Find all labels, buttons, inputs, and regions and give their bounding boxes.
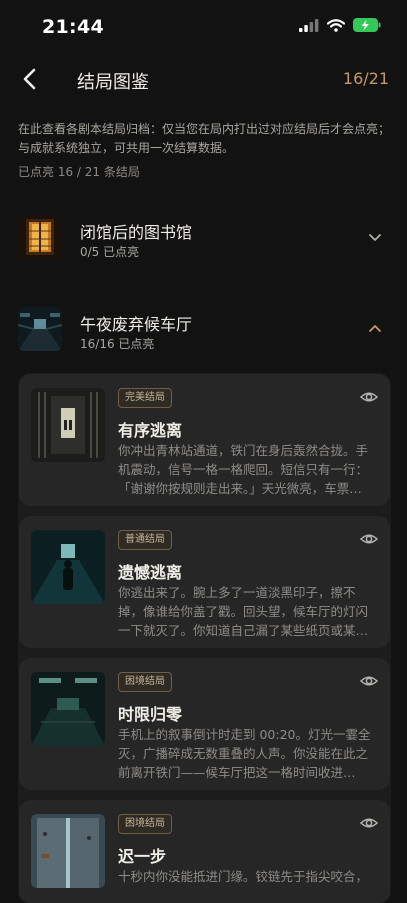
lit-count: 已点亮 16 / 21 条结局 (18, 165, 140, 179)
script-row-library[interactable]: 闭馆后的图书馆 0/5 已点亮 (18, 215, 391, 263)
ending-image (31, 672, 105, 746)
signal-icon (299, 18, 319, 32)
ending-count: 16/21 (342, 69, 389, 88)
ending-title: 有序逃离 (118, 421, 183, 440)
ending-card[interactable]: 普通结局 遗憾逃离 你逃出来了。腕上多了一道淡黑印子，擦不掉，像谁给你盖了戳。回… (19, 516, 390, 648)
battery-charging-icon (353, 18, 381, 32)
ending-badge: 普通结局 (118, 530, 172, 550)
chevron-down-icon[interactable] (367, 229, 383, 245)
ending-card[interactable]: 完美结局 有序逃离 你冲出青林站通道，铁门在身后轰然合拢。手机震动，信号一格一格… (19, 374, 390, 506)
intro-description: 在此查看各剧本结局归档：仅当您在局内打出过对应结局后才会点亮；与成就系统独立，可… (18, 122, 391, 155)
ending-image (31, 388, 105, 462)
eye-icon[interactable] (360, 814, 378, 832)
status-bar: 21:44 (0, 0, 407, 56)
eye-icon[interactable] (360, 530, 378, 548)
status-icons (299, 18, 381, 32)
ending-title: 遗憾逃离 (118, 563, 183, 582)
script-progress: 0/5 已点亮 (80, 245, 140, 259)
ending-card[interactable]: 困境结局 迟一步 十秒内你没能抵进门缘。铰链先于指尖咬合， (19, 800, 390, 903)
script-name: 午夜废弃候车厅 (80, 315, 193, 334)
ending-text: 十秒内你没能抵进门缘。铰链先于指尖咬合， (118, 869, 369, 884)
ending-card[interactable]: 困境结局 时限归零 手机上的叙事倒计时走到 00:20。灯光一霎全灭，广播碎成无… (19, 658, 390, 790)
script-progress: 16/16 已点亮 (80, 337, 155, 351)
ending-text: 手机上的叙事倒计时走到 00:20。灯光一霎全灭，广播碎成无数重叠的人声。你没能… (118, 727, 371, 780)
script-thumbnail (18, 215, 62, 259)
eye-icon[interactable] (360, 388, 378, 406)
wifi-icon (327, 18, 345, 32)
chevron-up-icon[interactable] (367, 321, 383, 337)
script-row-station[interactable]: 午夜废弃候车厅 16/16 已点亮 (18, 307, 391, 355)
nav-header: 结局图鉴 16/21 (0, 56, 407, 102)
script-thumbnail (18, 307, 62, 351)
ending-text: 你冲出青林站通道，铁门在身后轰然合拢。手机震动，信号一格一格爬回。短信只有一行：… (118, 443, 369, 496)
ending-text: 你逃出来了。腕上多了一道淡黑印子，擦不掉，像谁给你盖了戳。回头望，候车厅的灯闪一… (118, 585, 369, 638)
ending-badge: 困境结局 (118, 672, 172, 692)
endings-list: 完美结局 有序逃离 你冲出青林站通道，铁门在身后轰然合拢。手机震动，信号一格一格… (18, 373, 391, 903)
chevron-left-icon[interactable] (18, 66, 44, 92)
ending-badge: 困境结局 (118, 814, 172, 834)
eye-icon[interactable] (360, 672, 378, 690)
script-name: 闭馆后的图书馆 (80, 223, 193, 242)
ending-title: 迟一步 (118, 847, 167, 866)
status-time: 21:44 (42, 16, 104, 38)
ending-image (31, 814, 105, 888)
page-title: 结局图鉴 (77, 72, 149, 93)
ending-badge: 完美结局 (118, 388, 172, 408)
ending-image (31, 530, 105, 604)
ending-title: 时限归零 (118, 705, 183, 724)
